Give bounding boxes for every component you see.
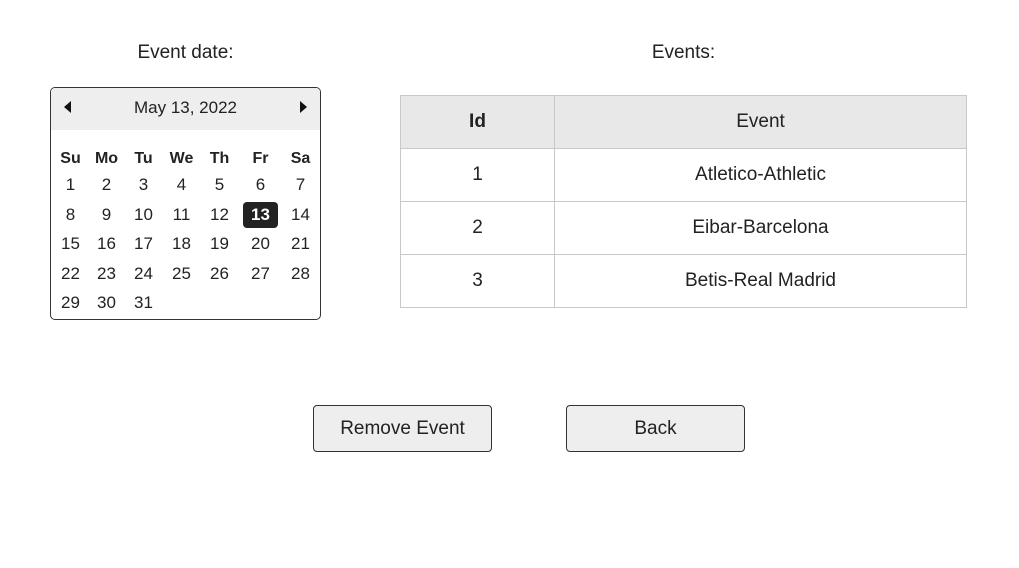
calendar-day[interactable]: 30 <box>88 292 125 314</box>
calendar-week-row: 15 16 17 18 19 20 21 <box>51 233 320 263</box>
weekday-label: Tu <box>134 150 153 167</box>
calendar-day[interactable]: 28 <box>282 263 319 285</box>
calendar-day[interactable]: 18 <box>163 233 200 255</box>
calendar-day[interactable]: 15 <box>52 233 89 255</box>
remove-event-button[interactable]: Remove Event <box>313 405 492 452</box>
calendar-week-row: 1234567 <box>51 174 320 204</box>
event-name-cell: Eibar-Barcelona <box>554 201 967 255</box>
next-month-icon[interactable] <box>300 101 307 113</box>
calendar-day[interactable]: 31 <box>125 292 162 314</box>
calendar-day[interactable]: 11 <box>163 204 200 226</box>
weekday-label: We <box>169 150 194 167</box>
previous-month-icon[interactable] <box>64 101 71 113</box>
calendar-day[interactable]: 14 <box>282 204 319 226</box>
weekday-label: Sa <box>290 150 311 167</box>
calendar-day[interactable]: 20 <box>242 233 279 255</box>
calendar-day[interactable]: 4 <box>163 174 200 196</box>
calendar-day[interactable]: 24 <box>125 263 162 285</box>
calendar-day[interactable]: 7 <box>282 174 319 196</box>
calendar-day[interactable]: 1 <box>52 174 89 196</box>
calendar-month-title[interactable]: May 13, 2022 <box>91 98 280 118</box>
calendar-day[interactable]: 9 <box>88 204 125 226</box>
table-row[interactable]: 1 Atletico-Athletic <box>400 148 967 202</box>
event-date-label: Event date: <box>137 42 234 63</box>
events-table: Id Event 1 Atletico-Athletic 2 Eibar-Bar… <box>400 95 967 308</box>
calendar-day[interactable]: 17 <box>125 233 162 255</box>
calendar-day[interactable]: 27 <box>242 263 279 285</box>
calendar-day[interactable]: 8 <box>52 204 89 226</box>
event-id-cell: 2 <box>400 201 555 255</box>
calendar-header: May 13, 2022 <box>51 88 320 130</box>
event-id-cell: 1 <box>400 148 555 202</box>
event-name-cell: Atletico-Athletic <box>554 148 967 202</box>
calendar-day[interactable]: 16 <box>88 233 125 255</box>
calendar-week-row: 8 9 10 11 12 13 14 <box>51 201 320 234</box>
weekday-label: Su <box>60 150 81 167</box>
events-label: Events: <box>651 42 716 63</box>
calendar-week-row: 29 30 31 <box>51 292 320 319</box>
calendar-day[interactable]: 21 <box>282 233 319 255</box>
weekday-label: Th <box>209 150 230 167</box>
calendar-day[interactable]: 19 <box>201 233 238 255</box>
selected-calendar-day[interactable]: 13 <box>243 201 278 228</box>
weekday-label: Mo <box>94 150 119 167</box>
calendar-day[interactable]: 10 <box>125 204 162 226</box>
calendar-week-row: 22 23 24 25 26 27 28 <box>51 263 320 293</box>
calendar-day[interactable]: 12 <box>201 204 238 226</box>
weekday-header-row: Su Mo Tu We Th Fr Sa <box>51 148 320 171</box>
calendar-day[interactable]: 23 <box>88 263 125 285</box>
calendar-day[interactable]: 5 <box>201 174 238 196</box>
date-picker-calendar: May 13, 2022 Su Mo Tu We Th Fr Sa 1 2 3 4 5 6 7 8 9 10 1… <box>50 87 321 320</box>
event-name-cell: Betis-Real Madrid <box>554 254 967 308</box>
table-row[interactable]: 3 Betis-Real Madrid <box>400 254 967 308</box>
column-header-event: Event <box>554 95 967 149</box>
event-id-cell: 3 <box>400 254 555 308</box>
event-removal-screen: Event date: Events: May 13, 2022 Su Mo Tu W… <box>0 0 1019 568</box>
calendar-day[interactable]: 26 <box>201 263 238 285</box>
table-row[interactable]: 2 Eibar-Barcelona <box>400 201 967 255</box>
calendar-day[interactable]: 6 <box>242 174 279 196</box>
back-button[interactable]: Back <box>566 405 745 452</box>
table-header-row: Id Event <box>400 95 967 149</box>
calendar-day[interactable]: 29 <box>52 292 89 314</box>
column-header-id: Id <box>400 95 555 149</box>
calendar-day[interactable]: 2 <box>88 174 125 196</box>
calendar-day[interactable]: 22 <box>52 263 89 285</box>
weekday-label: Fr <box>252 150 269 167</box>
calendar-day[interactable]: 25 <box>163 263 200 285</box>
calendar-day[interactable]: 3 <box>125 174 162 196</box>
